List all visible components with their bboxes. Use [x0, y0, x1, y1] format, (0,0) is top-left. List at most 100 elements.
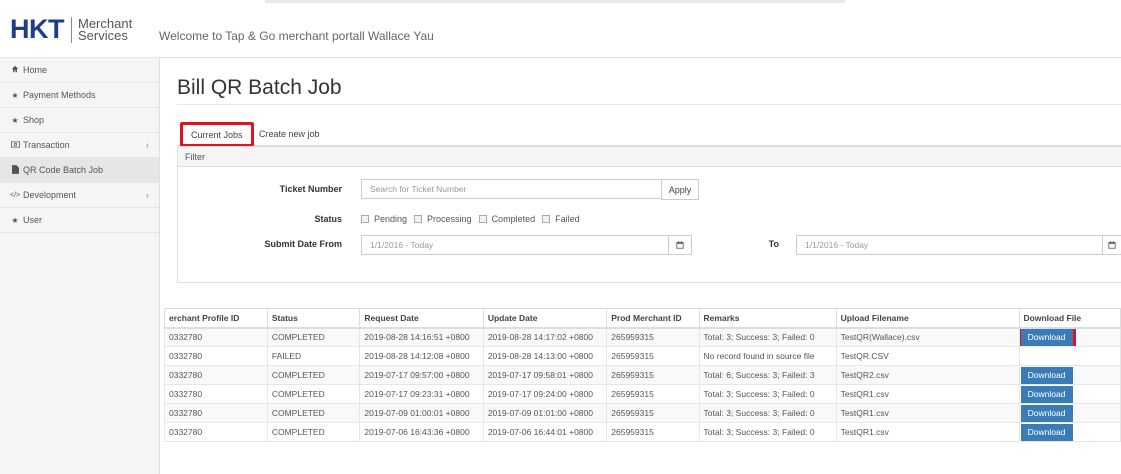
cell-remarks: Total: 6; Success: 3; Failed: 3 [698, 365, 837, 385]
completed-checkbox[interactable] [478, 215, 487, 223]
cell-download: Download [1018, 403, 1121, 423]
logo-subtitle-line2: Services [78, 27, 128, 43]
cell-update-date: 2019-07-06 16:44:01 +0800 [482, 422, 608, 442]
sidebar-item-shop[interactable]: ★ Shop [0, 108, 159, 133]
cell-upload-filename: TestQR1.csv [835, 403, 1020, 423]
chevron-left-icon: ‹ [146, 140, 149, 150]
cell-prod-merchant-id: 265959315 [606, 384, 700, 404]
sidebar-item-user[interactable]: ★ User [0, 208, 159, 233]
download-button[interactable]: Download [1020, 366, 1073, 384]
table-row: 0332780 COMPLETED 2019-07-06 16:43:36 +0… [164, 422, 1121, 442]
status-pending-option[interactable]: Pending [361, 214, 407, 224]
download-button[interactable]: Download [1020, 404, 1073, 422]
sidebar-item-development[interactable]: </> Development ‹ [0, 183, 159, 208]
sidebar: Home ★ Payment Methods ★ Shop Transactio… [0, 58, 160, 474]
download-button[interactable]: Download [1020, 385, 1073, 403]
table-row: 0332780 COMPLETED 2019-07-09 01:00:01 +0… [164, 403, 1121, 423]
download-button[interactable]: Download [1020, 423, 1073, 441]
cell-remarks: Total: 3; Success: 3; Failed: 0 [698, 403, 837, 423]
welcome-message: Welcome to Tap & Go merchant portall Wal… [159, 29, 434, 43]
date-to-input[interactable]: 1/1/2016 - Today [796, 235, 1103, 255]
status-label: Status [314, 214, 342, 224]
sidebar-item-transaction[interactable]: Transaction ‹ [0, 133, 159, 158]
sidebar-item-label: User [23, 215, 43, 225]
hkt-logo[interactable]: HKT Merchant Services [10, 14, 132, 45]
column-header[interactable]: Download File [1018, 308, 1121, 329]
cell-update-date: 2019-07-09 01:01:00 +0800 [482, 403, 608, 423]
star-icon: ★ [11, 90, 19, 100]
status-failed-option[interactable]: Failed [542, 214, 580, 224]
cell-remarks: Total: 3; Success: 3; Failed: 0 [698, 422, 837, 442]
pending-checkbox[interactable] [361, 215, 369, 223]
cell-status: COMPLETED [266, 327, 361, 347]
apply-button[interactable]: Apply [661, 179, 699, 200]
chevron-left-icon: ‹ [146, 190, 149, 200]
status-processing-option[interactable]: Processing [414, 214, 472, 224]
cell-status: COMPLETED [266, 422, 361, 442]
cell-prod-merchant-id: 265959315 [606, 403, 700, 423]
sidebar-item-label: Payment Methods [23, 90, 96, 100]
failed-label: Failed [555, 214, 580, 224]
date-from-input[interactable]: 1/1/2016 - Today [361, 235, 669, 255]
cell-download: Download [1018, 365, 1121, 385]
cell-upload-filename: TestQR1.csv [835, 422, 1020, 442]
column-header[interactable]: Prod Merchant ID [606, 308, 700, 329]
cell-profile-id: 0332780 [164, 403, 268, 423]
calendar-icon[interactable] [1102, 235, 1121, 255]
sidebar-item-payment-methods[interactable]: ★ Payment Methods [0, 83, 159, 108]
sidebar-item-qr-code-batch-job[interactable]: QR Code Batch Job [0, 158, 159, 183]
cell-profile-id: 0332780 [164, 327, 268, 347]
top-fade-bar [265, 0, 845, 3]
column-header[interactable]: erchant Profile ID [164, 308, 268, 329]
star-icon: ★ [11, 215, 19, 225]
sidebar-item-label: Development [23, 190, 77, 200]
cell-status: COMPLETED [266, 403, 361, 423]
cell-profile-id: 0332780 [164, 346, 268, 366]
tab-create-new-job[interactable]: Create new job [251, 122, 328, 146]
status-completed-option[interactable]: Completed [478, 214, 535, 224]
table-row: 0332780 FAILED 2019-08-28 14:12:08 +0800… [164, 346, 1121, 366]
logo-hkt-text: HKT [10, 14, 65, 44]
cell-update-date: 2019-07-17 09:58:01 +0800 [482, 365, 608, 385]
table-row: 0332780 COMPLETED 2019-08-28 14:16:51 +0… [164, 327, 1121, 347]
failed-checkbox[interactable] [542, 215, 551, 223]
money-icon [10, 141, 20, 150]
ticket-number-label: Ticket Number [279, 184, 342, 194]
column-header[interactable]: Status [266, 308, 361, 329]
sidebar-item-label: Home [23, 65, 48, 75]
column-header[interactable]: Update Date [482, 308, 608, 329]
cell-status: FAILED [266, 346, 361, 366]
sidebar-item-home[interactable]: Home [0, 58, 159, 83]
processing-checkbox[interactable] [414, 215, 423, 223]
cell-update-date: 2019-08-28 14:13:00 +0800 [482, 346, 608, 366]
sidebar-item-label: Shop [23, 115, 45, 125]
cell-download: Download [1018, 422, 1121, 442]
cell-upload-filename: TestQR1.csv [835, 384, 1020, 404]
cell-remarks: Total: 3; Success: 3; Failed: 0 [698, 384, 837, 404]
cell-request-date: 2019-07-17 09:57:00 +0800 [359, 365, 484, 385]
cell-prod-merchant-id: 265959315 [606, 346, 700, 366]
cell-status: COMPLETED [266, 384, 361, 404]
code-icon: </> [10, 191, 21, 199]
column-header[interactable]: Upload Filename [835, 308, 1020, 329]
table-header-row: erchant Profile ID Status Request Date U… [164, 308, 1121, 329]
cell-upload-filename: TestQR(Wallace).csv [835, 327, 1020, 347]
cell-profile-id: 0332780 [164, 384, 268, 404]
filter-heading: Filter [178, 147, 1121, 167]
cell-prod-merchant-id: 265959315 [606, 327, 700, 347]
processing-label: Processing [427, 214, 472, 224]
cell-request-date: 2019-08-28 14:12:08 +0800 [359, 346, 484, 366]
job-tabs: Current Jobs Create new job [177, 122, 1121, 147]
cell-prod-merchant-id: 265959315 [606, 365, 700, 385]
column-header[interactable]: Remarks [698, 308, 837, 329]
cell-update-date: 2019-07-17 09:24:00 +0800 [482, 384, 608, 404]
calendar-icon[interactable] [668, 235, 692, 255]
tab-current-jobs[interactable]: Current Jobs [180, 122, 254, 147]
cell-profile-id: 0332780 [164, 365, 268, 385]
cell-request-date: 2019-08-28 14:16:51 +0800 [359, 327, 484, 347]
sidebar-item-label: Transaction [23, 140, 70, 150]
ticket-number-input[interactable]: Search for Ticket Number [361, 179, 662, 199]
column-header[interactable]: Request Date [359, 308, 484, 329]
download-button[interactable]: Download [1020, 328, 1076, 346]
sidebar-item-label: QR Code Batch Job [23, 165, 104, 175]
